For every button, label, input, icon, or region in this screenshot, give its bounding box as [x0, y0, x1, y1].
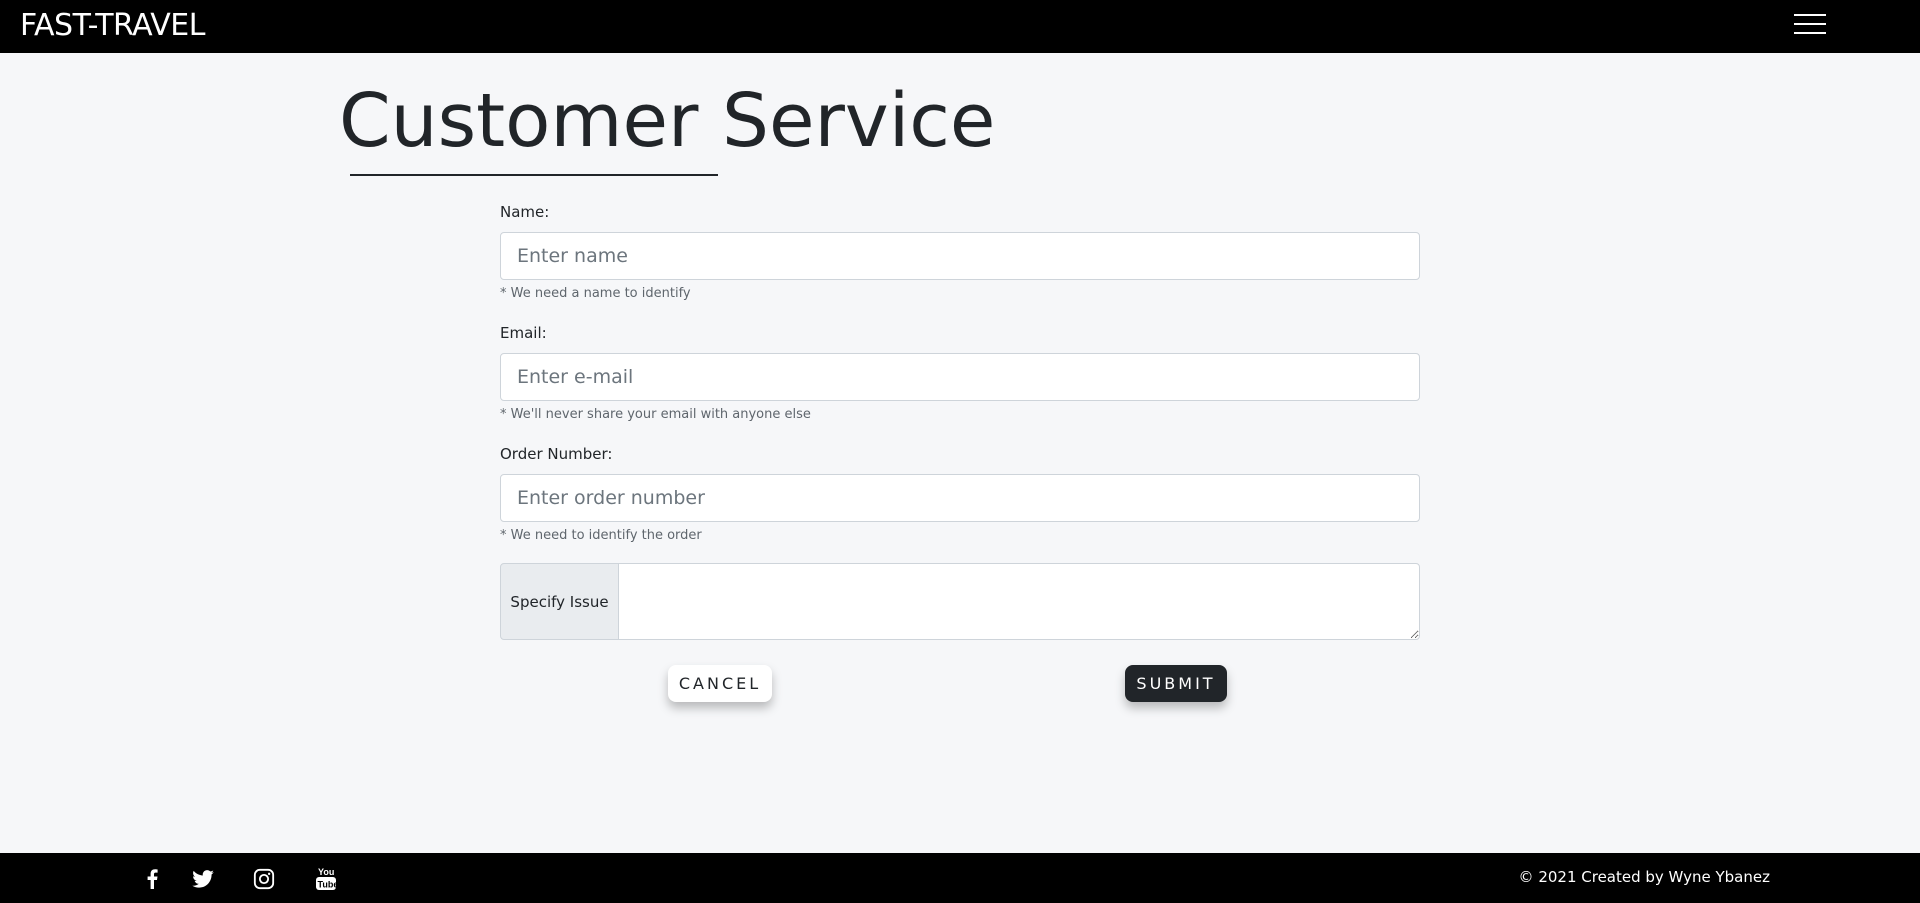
order-number-label: Order Number:: [500, 445, 613, 463]
facebook-icon[interactable]: [140, 867, 164, 891]
specify-issue-label: Specify Issue: [500, 563, 619, 640]
cancel-button[interactable]: CANCEL: [668, 665, 772, 702]
title-underline: [350, 174, 718, 176]
hamburger-menu-icon[interactable]: [1794, 14, 1826, 38]
order-number-help-text: * We need to identify the order: [500, 528, 702, 543]
page-title: Customer Service: [339, 78, 996, 164]
submit-button[interactable]: SUBMIT: [1125, 665, 1227, 702]
name-help-text: * We need a name to identify: [500, 286, 691, 301]
issue-textarea[interactable]: [618, 563, 1420, 640]
name-input[interactable]: [500, 232, 1420, 280]
top-navbar: FAST-TRAVEL: [0, 0, 1920, 53]
email-input[interactable]: [500, 353, 1420, 401]
brand-logo[interactable]: FAST-TRAVEL: [20, 9, 205, 43]
svg-text:Tube: Tube: [318, 880, 338, 890]
instagram-icon[interactable]: [252, 867, 276, 891]
footer: You Tube © 2021 Created by Wyne Ybanez: [0, 853, 1920, 903]
copyright-text: © 2021 Created by Wyne Ybanez: [1518, 868, 1770, 886]
twitter-icon[interactable]: [191, 867, 215, 891]
svg-text:You: You: [318, 867, 334, 877]
youtube-icon[interactable]: You Tube: [314, 867, 338, 891]
email-help-text: * We'll never share your email with anyo…: [500, 407, 811, 422]
order-number-input[interactable]: [500, 474, 1420, 522]
name-label: Name:: [500, 203, 550, 221]
issue-input-group: Specify Issue: [500, 563, 1420, 640]
email-label: Email:: [500, 324, 547, 342]
